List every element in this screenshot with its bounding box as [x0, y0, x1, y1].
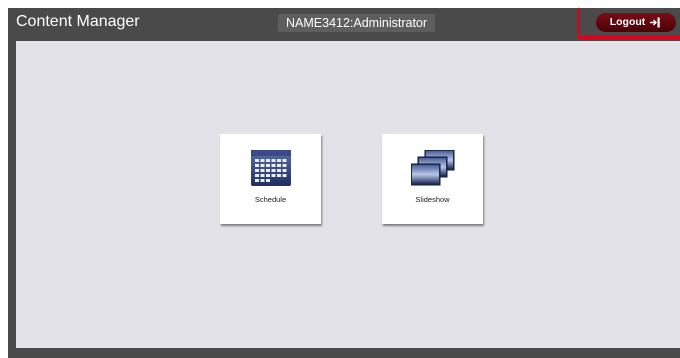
app-window: Content Manager NAME3412:Administrator L… [8, 8, 680, 358]
calendar-icon [250, 150, 291, 186]
slideshow-tile[interactable]: Slideshow [382, 134, 483, 224]
slides-stack-icon [410, 150, 454, 186]
header-bar: Content Manager NAME3412:Administrator L… [8, 8, 680, 39]
schedule-tile[interactable]: Schedule [220, 134, 321, 224]
schedule-label: Schedule [254, 195, 287, 204]
main-workspace: Schedule Slideshow [16, 41, 680, 348]
slideshow-label: Slideshow [415, 195, 450, 204]
logout-label: Logout [609, 16, 646, 28]
logout-icon [650, 17, 662, 28]
user-label: NAME3412:Administrator [278, 14, 436, 32]
app-title: Content Manager [16, 13, 140, 30]
logout-button[interactable]: Logout [596, 13, 676, 32]
